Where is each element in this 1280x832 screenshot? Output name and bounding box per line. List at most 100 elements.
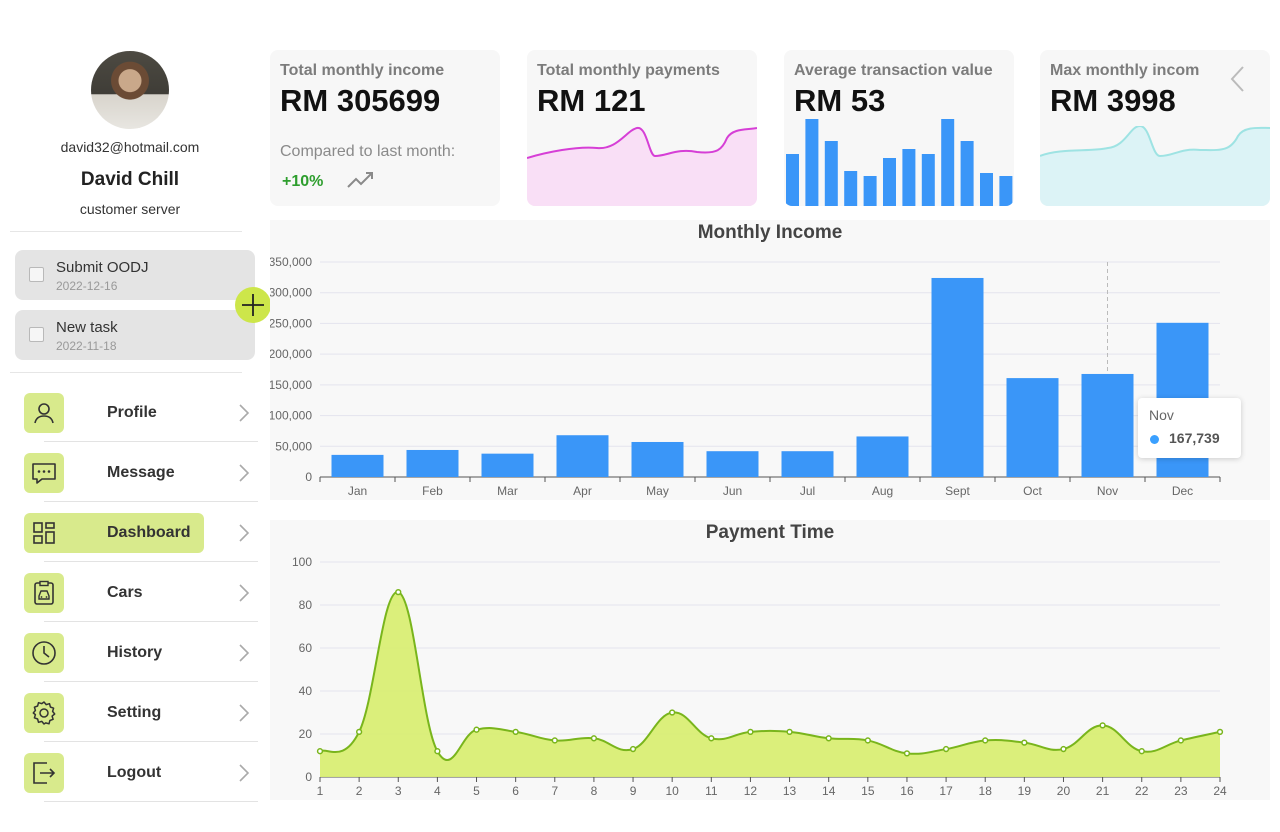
card-average-transaction: Average transaction value RM 53 — [784, 50, 1014, 206]
card-total-payments: Total monthly payments RM 121 — [527, 50, 757, 206]
x-tick-label: 4 — [434, 784, 441, 798]
card-max-income: Max monthly incom RM 3998 — [1040, 50, 1270, 206]
bar — [931, 277, 984, 477]
x-tick-label: 24 — [1213, 784, 1227, 798]
bar — [481, 453, 534, 477]
mini-bar — [902, 149, 916, 206]
nav-item-profile[interactable]: Profile — [22, 382, 258, 442]
data-point — [355, 728, 363, 736]
data-point — [864, 737, 871, 744]
x-tick-label: Apr — [573, 484, 592, 498]
average-mini-bars — [786, 119, 1013, 206]
task-item[interactable]: New task 2022-11-18 — [15, 310, 255, 360]
task-item[interactable]: Submit OODJ 2022-12-16 — [15, 250, 255, 300]
data-point — [434, 748, 441, 755]
mini-bar — [786, 154, 799, 206]
chevron-left-icon[interactable] — [1229, 65, 1245, 93]
card-title: Max monthly incom — [1050, 62, 1200, 79]
bar — [556, 435, 609, 477]
x-tick-label: Feb — [422, 484, 443, 498]
tooltip-dot — [1150, 435, 1159, 444]
x-tick-label: 2 — [356, 784, 363, 798]
mini-bar — [844, 171, 858, 206]
x-tick-label: 18 — [979, 784, 993, 798]
payment-time-chart[interactable]: 0204060801001 2 3 4 5 6 7 8 9 10 11 12 13 14 15 16 17 18 1… — [270, 520, 1270, 800]
x-tick-label: Oct — [1023, 484, 1042, 498]
y-tick-label: 300,000 — [270, 286, 312, 300]
data-point — [669, 709, 676, 716]
x-tick-label: 14 — [822, 784, 836, 798]
monthly-income-chart[interactable]: 0 50,000 100,000 150,000 200,000 250,000 300,0… — [270, 220, 1270, 500]
mini-bar — [883, 158, 896, 206]
mini-bar — [960, 141, 974, 206]
mini-bar — [863, 176, 877, 206]
card-value: RM 53 — [794, 83, 886, 118]
logout-icon — [33, 762, 56, 784]
data-point — [1021, 739, 1028, 746]
data-point — [590, 735, 598, 742]
y-tick-label: 250,000 — [270, 316, 312, 330]
plus-icon — [242, 294, 264, 316]
nav-item-setting[interactable]: Setting — [22, 682, 258, 742]
nav-label: Setting — [107, 704, 162, 721]
divider — [10, 372, 242, 373]
task-checkbox[interactable] — [29, 267, 44, 282]
data-point — [942, 745, 950, 753]
data-point — [747, 728, 754, 736]
nav-item-cars[interactable]: Cars — [22, 562, 258, 622]
x-tick-label: Aug — [872, 484, 893, 498]
card-value: RM 305699 — [280, 83, 441, 118]
bar — [781, 451, 834, 477]
nav-label: Profile — [107, 404, 157, 421]
chevron-right-icon — [239, 464, 250, 482]
profile-name: David Chill — [80, 169, 180, 190]
mini-bar — [805, 119, 819, 206]
x-tick-label: 15 — [861, 784, 875, 798]
bar — [1006, 378, 1059, 477]
chevron-right-icon — [239, 584, 250, 602]
task-title: New task — [56, 319, 118, 336]
data-point — [473, 726, 480, 733]
x-tick-label: 21 — [1096, 784, 1110, 798]
y-tick-label: 40 — [299, 684, 313, 698]
data-point — [1099, 722, 1106, 729]
nav-label: Dashboard — [107, 524, 191, 541]
mini-bar — [980, 173, 993, 206]
data-point — [1138, 748, 1145, 755]
bar — [406, 449, 459, 477]
mini-bar — [999, 176, 1013, 206]
data-point — [1177, 737, 1185, 744]
x-tick-label: 8 — [591, 784, 598, 798]
x-tick-label: 3 — [395, 784, 402, 798]
nav-label: History — [107, 644, 163, 661]
x-tick-label: 20 — [1057, 784, 1071, 798]
nav-item-message[interactable]: Message — [22, 442, 258, 502]
x-tick-label: 23 — [1174, 784, 1188, 798]
divider — [10, 231, 242, 232]
x-tick-label: 1 — [317, 784, 324, 798]
y-tick-label: 80 — [299, 598, 313, 612]
task-checkbox[interactable] — [29, 327, 44, 342]
chevron-right-icon — [239, 404, 250, 422]
y-tick-label: 20 — [299, 727, 313, 741]
tooltip-value: 167,739 — [1169, 430, 1220, 446]
card-total-income: Total monthly income RM 305699 Compared … — [270, 50, 500, 206]
x-tick-label: Nov — [1097, 484, 1118, 498]
x-tick-label: Jul — [800, 484, 815, 498]
avatar[interactable] — [91, 51, 169, 129]
x-tick-label: 17 — [939, 784, 953, 798]
data-point — [786, 728, 793, 736]
chevron-right-icon — [239, 704, 250, 722]
nav-item-dashboard[interactable]: Dashboard — [22, 502, 258, 562]
nav-item-logout[interactable]: Logout — [22, 742, 258, 802]
nav-item-history[interactable]: History — [22, 622, 258, 682]
card-value: RM 3998 — [1050, 83, 1176, 118]
mini-bar — [941, 119, 955, 206]
profile-email: david32@hotmail.com — [60, 139, 200, 155]
add-task-button[interactable] — [235, 287, 271, 323]
payment-time-panel: Payment Time 0 20 40 60 80 100 1 2 3 4 5 6 7 8 9 10 11 12… — [270, 520, 1270, 800]
bar — [631, 441, 684, 477]
card-value: RM 121 — [537, 83, 646, 118]
x-tick-label: 19 — [1018, 784, 1032, 798]
change-percent: +10% — [282, 173, 324, 190]
